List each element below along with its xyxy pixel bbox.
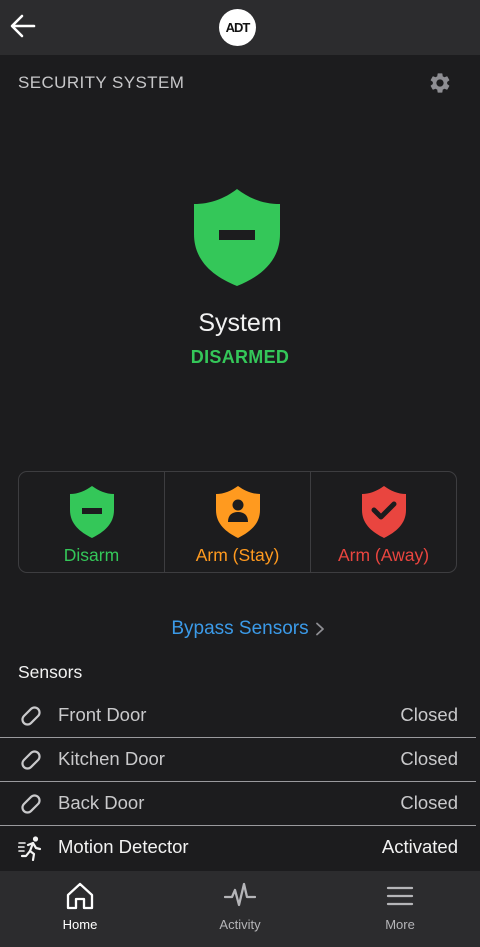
sensor-row-back-door[interactable]: Back Door Closed bbox=[0, 782, 476, 826]
nav-more-label: More bbox=[385, 917, 415, 932]
bypass-sensors-link[interactable]: Bypass Sensors bbox=[0, 614, 480, 644]
sensor-row-motion-detector[interactable]: Motion Detector Activated bbox=[0, 826, 476, 870]
door-sensor-icon bbox=[21, 706, 41, 726]
sensor-state: Closed bbox=[400, 704, 458, 725]
chevron-right-icon bbox=[316, 622, 324, 636]
system-status-value: DISARMED bbox=[190, 347, 290, 367]
bottom-nav: Home Activity More bbox=[0, 871, 480, 947]
shield-minus-icon bbox=[194, 189, 280, 286]
arm-away-button[interactable]: Arm (Away) bbox=[310, 472, 456, 572]
arm-stay-label: Arm (Stay) bbox=[195, 545, 280, 565]
sensor-state: Activated bbox=[381, 836, 458, 857]
door-sensor-icon bbox=[21, 794, 41, 814]
shield-check-icon bbox=[361, 486, 406, 538]
sensor-name: Front Door bbox=[58, 704, 147, 725]
sensor-name: Motion Detector bbox=[58, 836, 189, 857]
top-bar: ADT bbox=[0, 0, 480, 55]
sensor-row-kitchen-door[interactable]: Kitchen Door Closed bbox=[0, 738, 476, 782]
adt-logo: ADT bbox=[219, 9, 256, 46]
sensor-row-front-door[interactable]: Front Door Closed bbox=[0, 694, 476, 738]
running-person-icon bbox=[18, 836, 42, 861]
shield-person-icon bbox=[215, 486, 260, 538]
settings-button[interactable] bbox=[428, 71, 452, 95]
nav-activity-label: Activity bbox=[219, 917, 261, 932]
arrow-left-icon bbox=[10, 14, 36, 38]
gear-icon bbox=[430, 73, 450, 93]
sensor-name: Kitchen Door bbox=[58, 748, 165, 769]
nav-home-label: Home bbox=[62, 917, 98, 932]
security-app: ADT SECURITY SYSTEM System DISARMED Disa… bbox=[0, 0, 480, 947]
nav-more[interactable]: More bbox=[320, 871, 480, 947]
activity-icon bbox=[224, 882, 256, 907]
arm-mode-panel: Disarm Arm (Stay) Arm (Away) bbox=[18, 471, 457, 573]
sensor-name: Back Door bbox=[58, 792, 145, 813]
door-sensor-icon bbox=[21, 750, 41, 770]
home-icon bbox=[66, 882, 94, 910]
shield-minus-icon bbox=[69, 486, 114, 538]
menu-icon bbox=[386, 886, 414, 906]
arm-stay-button[interactable]: Arm (Stay) bbox=[164, 472, 310, 572]
sensors-heading: Sensors bbox=[18, 662, 83, 682]
disarm-button[interactable]: Disarm bbox=[19, 472, 164, 572]
sensor-state: Closed bbox=[400, 748, 458, 769]
page-title: SECURITY SYSTEM bbox=[18, 73, 185, 92]
nav-activity[interactable]: Activity bbox=[160, 871, 320, 947]
sensor-state: Closed bbox=[400, 792, 458, 813]
bypass-sensors-label: Bypass Sensors bbox=[171, 618, 309, 639]
arm-away-label: Arm (Away) bbox=[337, 545, 430, 565]
logo-text: ADT bbox=[225, 20, 251, 35]
back-button[interactable] bbox=[8, 10, 40, 42]
status-shield bbox=[192, 187, 282, 287]
disarm-label: Disarm bbox=[63, 545, 120, 565]
nav-home[interactable]: Home bbox=[0, 871, 160, 947]
system-label: System bbox=[198, 309, 282, 337]
